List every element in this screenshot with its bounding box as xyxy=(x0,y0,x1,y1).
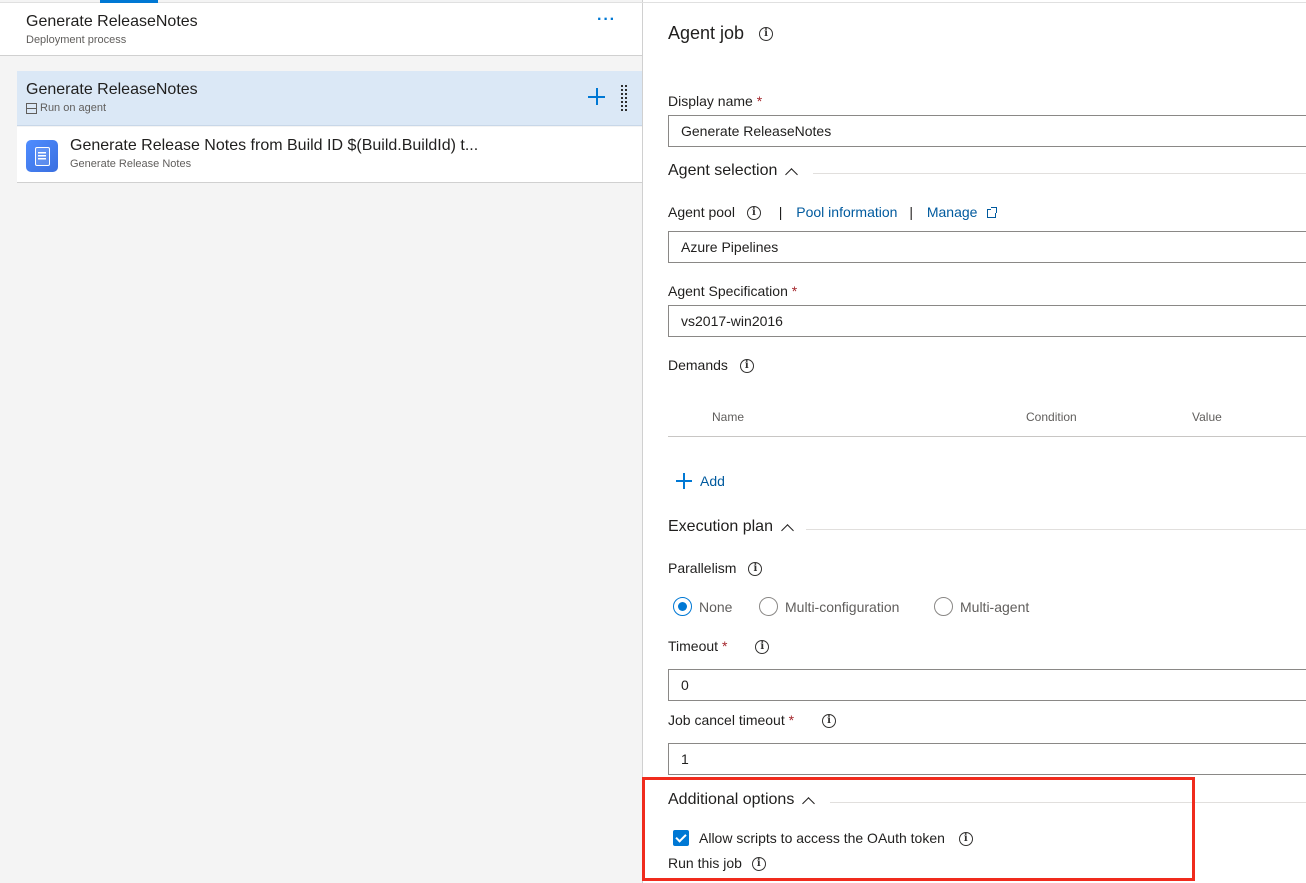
pipeline-tasks-pane: Generate ReleaseNotes Deployment process… xyxy=(0,0,643,883)
timeout-label: Timeout * i xyxy=(668,638,770,655)
demands-table-divider xyxy=(668,436,1306,437)
radio-label-multi-configuration: Multi-configuration xyxy=(785,598,900,615)
agent-pool-select[interactable]: Azure Pipelines xyxy=(668,231,1306,263)
radio-circle[interactable] xyxy=(934,597,953,616)
chevron-up-icon xyxy=(781,523,794,537)
highlight-annotation-box xyxy=(642,777,1195,881)
separator: | xyxy=(778,204,783,220)
process-title: Generate ReleaseNotes xyxy=(26,13,198,30)
manage-link[interactable]: Manage xyxy=(927,204,978,220)
agent-job-properties-pane: Agent job i Display name * Generate Rele… xyxy=(643,0,1306,883)
drag-handle-icon[interactable] xyxy=(620,84,628,112)
section-divider xyxy=(813,173,1306,174)
required-mark: * xyxy=(791,283,798,299)
display-name-label: Display name * xyxy=(668,93,762,109)
job-title: Generate ReleaseNotes xyxy=(26,81,198,98)
info-icon[interactable]: i xyxy=(746,206,761,221)
job-subtitle: Run on agent xyxy=(26,102,106,114)
parallelism-none-radio[interactable]: None xyxy=(673,597,732,616)
parallelism-multi-agent-radio[interactable]: Multi-agent xyxy=(934,597,1029,616)
add-demand-button[interactable]: Add xyxy=(676,473,725,489)
radio-label-none: None xyxy=(699,598,733,615)
job-cancel-timeout-label-text: Job cancel timeout xyxy=(668,712,785,728)
radio-circle[interactable] xyxy=(759,597,778,616)
demands-column-name: Name xyxy=(712,410,745,424)
agent-selection-section-header[interactable]: Agent selection xyxy=(668,162,799,181)
agent-specification-label-text: Agent Specification xyxy=(668,283,788,299)
required-mark: * xyxy=(788,712,795,728)
timeout-value: 0 xyxy=(681,677,689,693)
more-options-button[interactable]: ··· xyxy=(597,12,617,31)
release-notes-task-icon xyxy=(26,140,58,172)
job-cancel-timeout-value: 1 xyxy=(681,751,689,767)
info-icon[interactable]: i xyxy=(748,562,763,577)
add-demand-label: Add xyxy=(700,473,725,489)
plus-icon xyxy=(676,473,692,489)
separator: | xyxy=(909,204,913,220)
job-cancel-timeout-label: Job cancel timeout * i xyxy=(668,712,836,729)
task-title: Generate Release Notes from Build ID $(B… xyxy=(70,137,479,154)
agent-specification-value: vs2017-win2016 xyxy=(681,313,783,329)
agent-pool-value: Azure Pipelines xyxy=(681,239,779,255)
timeout-label-text: Timeout xyxy=(668,638,719,654)
required-mark: * xyxy=(756,93,763,109)
execution-plan-section-header[interactable]: Execution plan xyxy=(668,518,794,537)
job-cancel-timeout-input[interactable]: 1 xyxy=(668,743,1306,775)
agent-specification-select[interactable]: vs2017-win2016 xyxy=(668,305,1306,337)
section-divider xyxy=(806,529,1306,530)
execution-plan-title: Execution plan xyxy=(668,518,773,535)
parallelism-label: Parallelism i xyxy=(668,560,763,577)
process-subtitle: Deployment process xyxy=(26,34,127,46)
add-task-button[interactable] xyxy=(587,86,607,106)
demands-label-text: Demands xyxy=(668,357,728,373)
display-name-label-text: Display name xyxy=(668,93,753,109)
agent-job-heading-text: Agent job xyxy=(668,23,745,43)
pool-information-link[interactable]: Pool information xyxy=(796,204,897,220)
demands-label: Demands i xyxy=(668,357,754,374)
agent-job-row[interactable]: Generate ReleaseNotes Run on agent xyxy=(17,71,642,126)
external-link-icon[interactable] xyxy=(987,206,998,218)
info-icon[interactable]: i xyxy=(759,27,774,42)
radio-circle[interactable] xyxy=(673,597,692,616)
parallelism-multi-configuration-radio[interactable]: Multi-configuration xyxy=(759,597,899,616)
agent-job-heading: Agent job i xyxy=(668,23,774,44)
job-subtitle-text: Run on agent xyxy=(40,102,107,114)
agent-specification-label: Agent Specification * xyxy=(668,283,797,299)
display-name-value: Generate ReleaseNotes xyxy=(681,123,832,139)
demands-column-value: Value xyxy=(1192,410,1222,424)
timeout-input[interactable]: 0 xyxy=(668,669,1306,701)
chevron-up-icon xyxy=(785,167,799,181)
agent-pool-label-text: Agent pool xyxy=(668,204,735,220)
parallelism-label-text: Parallelism xyxy=(668,560,737,576)
radio-label-multi-agent: Multi-agent xyxy=(960,598,1030,615)
info-icon[interactable]: i xyxy=(821,714,836,729)
agent-selection-title: Agent selection xyxy=(668,162,778,179)
info-icon[interactable]: i xyxy=(739,359,754,374)
server-icon xyxy=(26,103,37,114)
top-divider xyxy=(643,2,1306,3)
info-icon[interactable]: i xyxy=(755,640,770,655)
deployment-process-header[interactable]: Generate ReleaseNotes Deployment process… xyxy=(0,3,642,56)
required-mark: * xyxy=(721,638,728,654)
task-row[interactable]: Generate Release Notes from Build ID $(B… xyxy=(17,127,642,183)
demands-column-condition: Condition xyxy=(1026,410,1077,424)
agent-pool-label: Agent pool i | Pool information | Manage xyxy=(668,204,998,221)
task-subtitle: Generate Release Notes xyxy=(70,158,192,170)
display-name-input[interactable]: Generate ReleaseNotes xyxy=(668,115,1306,147)
